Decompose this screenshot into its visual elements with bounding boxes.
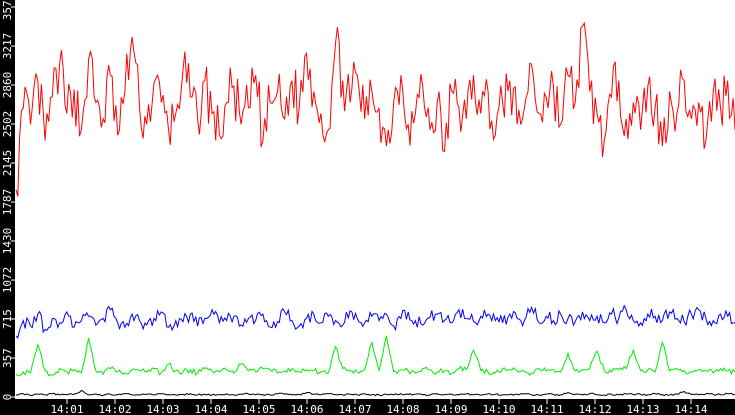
- x-tick-label: 14:01: [50, 403, 83, 415]
- y-tick-label: 2145: [1, 150, 14, 177]
- series-line-blue: [15, 304, 735, 339]
- x-tick-label: 14:06: [290, 403, 323, 415]
- x-tick-label: 14:11: [530, 403, 563, 415]
- x-tick-label: 14:03: [146, 403, 179, 415]
- y-tick-label: 2502: [1, 111, 14, 137]
- x-tick-label: 14:14: [674, 403, 707, 415]
- series-group: [15, 21, 735, 397]
- y-tick-label: 1787: [1, 189, 14, 216]
- x-tick-label: 14:09: [434, 403, 467, 415]
- x-tick-label: 14:07: [338, 403, 371, 415]
- x-tick-label: 14:10: [482, 403, 515, 415]
- x-tick-label: 14:13: [626, 403, 659, 415]
- series-line-red: [15, 21, 735, 197]
- y-tick-label: 715: [1, 309, 14, 329]
- y-tick-label: 0: [1, 394, 14, 401]
- x-tick-label: 14:12: [578, 403, 611, 415]
- y-tick-label: 1430: [1, 228, 14, 255]
- y-tick-label: 3217: [1, 33, 14, 60]
- x-tick-label: 14:05: [242, 403, 275, 415]
- x-tick-label: 14:02: [98, 403, 131, 415]
- y-tick-label: 357: [1, 348, 14, 368]
- y-tick-label: 1072: [1, 267, 14, 294]
- series-line-green: [15, 335, 735, 377]
- chart-container: 0 357 715 1072 1430 1787 2145 2502 2860 3217 3575 …: [0, 0, 735, 415]
- x-tick-label: 14:08: [386, 403, 419, 415]
- series-line-black: [15, 389, 735, 397]
- y-tick-label: 3575: [1, 0, 14, 20]
- y-tick-label: 2860: [1, 72, 14, 99]
- line-chart: 035771510721430178721452502286032173575 …: [0, 0, 735, 415]
- x-tick-label: 14:04: [194, 403, 227, 415]
